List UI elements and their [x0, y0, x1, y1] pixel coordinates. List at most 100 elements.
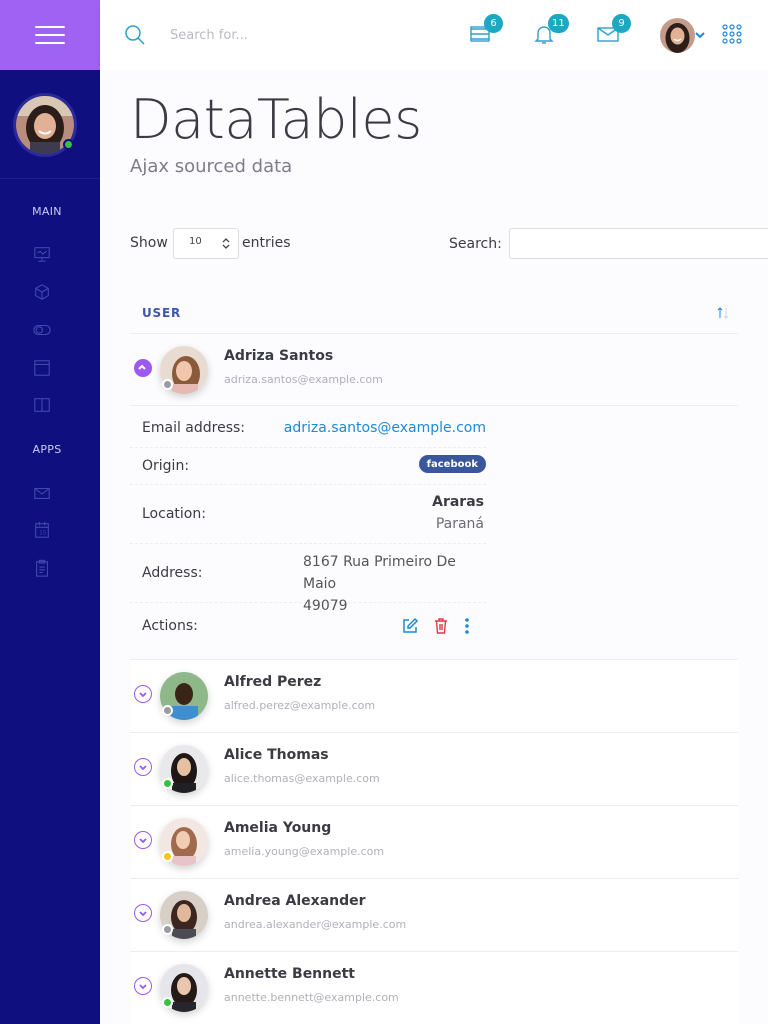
- row-expand-button[interactable]: [134, 685, 152, 703]
- page-title: DataTables: [130, 88, 422, 151]
- user-name[interactable]: Alice Thomas: [224, 747, 329, 763]
- toggle-icon[interactable]: [32, 320, 52, 340]
- detail-actions: Actions:: [130, 603, 486, 649]
- table-header-user[interactable]: USER: [130, 292, 738, 334]
- user-avatar: [160, 818, 208, 866]
- detail-label-location: Location:: [142, 506, 206, 522]
- row-expand-button[interactable]: [134, 831, 152, 849]
- user-avatar-menu[interactable]: [660, 18, 695, 53]
- user-email: adriza.santos@example.com: [224, 373, 383, 386]
- row-expand-button[interactable]: [134, 758, 152, 776]
- table-search-label: Search:: [449, 236, 502, 252]
- row-details: Email address: adriza.santos@example.com…: [130, 406, 738, 660]
- chevron-down-icon: [138, 764, 147, 770]
- table-row: Amelia Young amelia.young@example.com: [130, 806, 738, 879]
- tasks-button[interactable]: 6: [468, 14, 503, 48]
- row-expand-button[interactable]: [134, 904, 152, 922]
- status-dot-offline: [162, 705, 173, 716]
- user-name[interactable]: Andrea Alexander: [224, 893, 366, 909]
- chevron-down-icon[interactable]: [695, 30, 705, 40]
- chevron-down-icon: [138, 691, 147, 697]
- status-dot-offline: [162, 379, 173, 390]
- notifications-button[interactable]: 11: [532, 14, 569, 48]
- user-name[interactable]: Amelia Young: [224, 820, 331, 836]
- detail-origin: Origin: facebook: [130, 448, 486, 485]
- messages-badge: 9: [612, 14, 631, 33]
- entries-length-select[interactable]: 10: [173, 228, 239, 259]
- facebook-badge: facebook: [418, 455, 486, 473]
- user-avatar: [160, 672, 208, 720]
- edit-icon[interactable]: [401, 617, 419, 635]
- table-row: Alfred Perez alfred.perez@example.com: [130, 660, 738, 733]
- top-navbar: 6 11 9: [100, 0, 768, 70]
- chevron-down-icon: [138, 837, 147, 843]
- sidebar-heading-main: MAIN: [32, 205, 62, 218]
- user-name[interactable]: Alfred Perez: [224, 674, 321, 690]
- users-table: USER Adriza Santos adriza.santos@example…: [130, 292, 738, 1024]
- box-icon[interactable]: [32, 282, 52, 302]
- address-line-1: 8167 Rua Primeiro De Maio: [303, 554, 456, 592]
- presentation-icon[interactable]: [32, 244, 52, 264]
- user-avatar: [160, 964, 208, 1012]
- user-email: andrea.alexander@example.com: [224, 918, 407, 931]
- page-subtitle: Ajax sourced data: [130, 156, 293, 177]
- detail-label-email: Email address:: [142, 420, 246, 436]
- detail-label-address: Address:: [142, 565, 203, 581]
- detail-label-origin: Origin:: [142, 458, 190, 474]
- location-state: Paraná: [435, 516, 484, 532]
- status-dot-offline: [162, 924, 173, 935]
- chevron-down-icon: [138, 910, 147, 916]
- online-status-dot: [63, 139, 74, 150]
- user-email: amelia.young@example.com: [224, 845, 385, 858]
- user-avatar: [160, 891, 208, 939]
- hamburger-icon: [35, 26, 65, 44]
- window-icon[interactable]: [32, 358, 52, 378]
- detail-location: Location: Araras Paraná: [130, 485, 486, 544]
- table-row: Adriza Santos adriza.santos@example.com: [130, 334, 738, 406]
- table-row: Andrea Alexander andrea.alexander@exampl…: [130, 879, 738, 952]
- detail-label-actions: Actions:: [142, 618, 198, 634]
- more-vertical-icon[interactable]: [458, 617, 476, 635]
- entries-label: entries: [242, 235, 291, 251]
- chevron-down-icon: [138, 983, 147, 989]
- status-dot-online: [162, 997, 173, 1008]
- user-email: alfred.perez@example.com: [224, 699, 376, 712]
- apps-grid-icon[interactable]: [722, 24, 742, 44]
- select-arrows-icon: [222, 238, 230, 249]
- user-email: annette.bennett@example.com: [224, 991, 399, 1004]
- row-collapse-button[interactable]: [134, 359, 152, 377]
- detail-address: Address: 8167 Rua Primeiro De Maio 49079: [130, 544, 486, 614]
- mail-icon[interactable]: [32, 483, 52, 503]
- sidebar-divider: [0, 178, 100, 179]
- detail-email-link[interactable]: adriza.santos@example.com: [284, 420, 486, 436]
- svg-text:15: 15: [39, 531, 46, 537]
- sidebar-heading-apps: APPS: [32, 443, 62, 456]
- trash-icon[interactable]: [432, 617, 450, 635]
- chevron-up-icon: [138, 364, 146, 370]
- messages-button[interactable]: 9: [596, 14, 631, 48]
- clipboard-icon[interactable]: [32, 558, 52, 578]
- entries-length-value: 10: [189, 236, 202, 247]
- sidebar: MAIN APPS 15: [0, 0, 100, 1024]
- location-city: Araras: [432, 494, 484, 510]
- user-name[interactable]: Annette Bennett: [224, 966, 355, 982]
- menu-toggle-button[interactable]: [0, 0, 100, 70]
- notifications-badge: 11: [548, 14, 569, 33]
- book-icon[interactable]: [32, 395, 52, 415]
- user-name[interactable]: Adriza Santos: [224, 348, 333, 364]
- calendar-icon[interactable]: 15: [32, 520, 52, 540]
- show-label: Show: [130, 235, 168, 251]
- table-search-input[interactable]: [509, 228, 768, 259]
- user-avatar: [160, 346, 208, 394]
- status-dot-online: [162, 778, 173, 789]
- global-search-input[interactable]: [170, 22, 370, 48]
- search-icon[interactable]: [124, 24, 146, 46]
- detail-email: Email address: adriza.santos@example.com: [130, 406, 486, 448]
- table-row: Annette Bennett annette.bennett@example.…: [130, 952, 738, 1024]
- user-avatar: [160, 745, 208, 793]
- table-row: Alice Thomas alice.thomas@example.com: [130, 733, 738, 806]
- main-content: DataTables Ajax sourced data Show 10 ent…: [100, 70, 768, 1024]
- status-dot-away: [162, 851, 173, 862]
- row-expand-button[interactable]: [134, 977, 152, 995]
- table-header-label: USER: [142, 306, 182, 320]
